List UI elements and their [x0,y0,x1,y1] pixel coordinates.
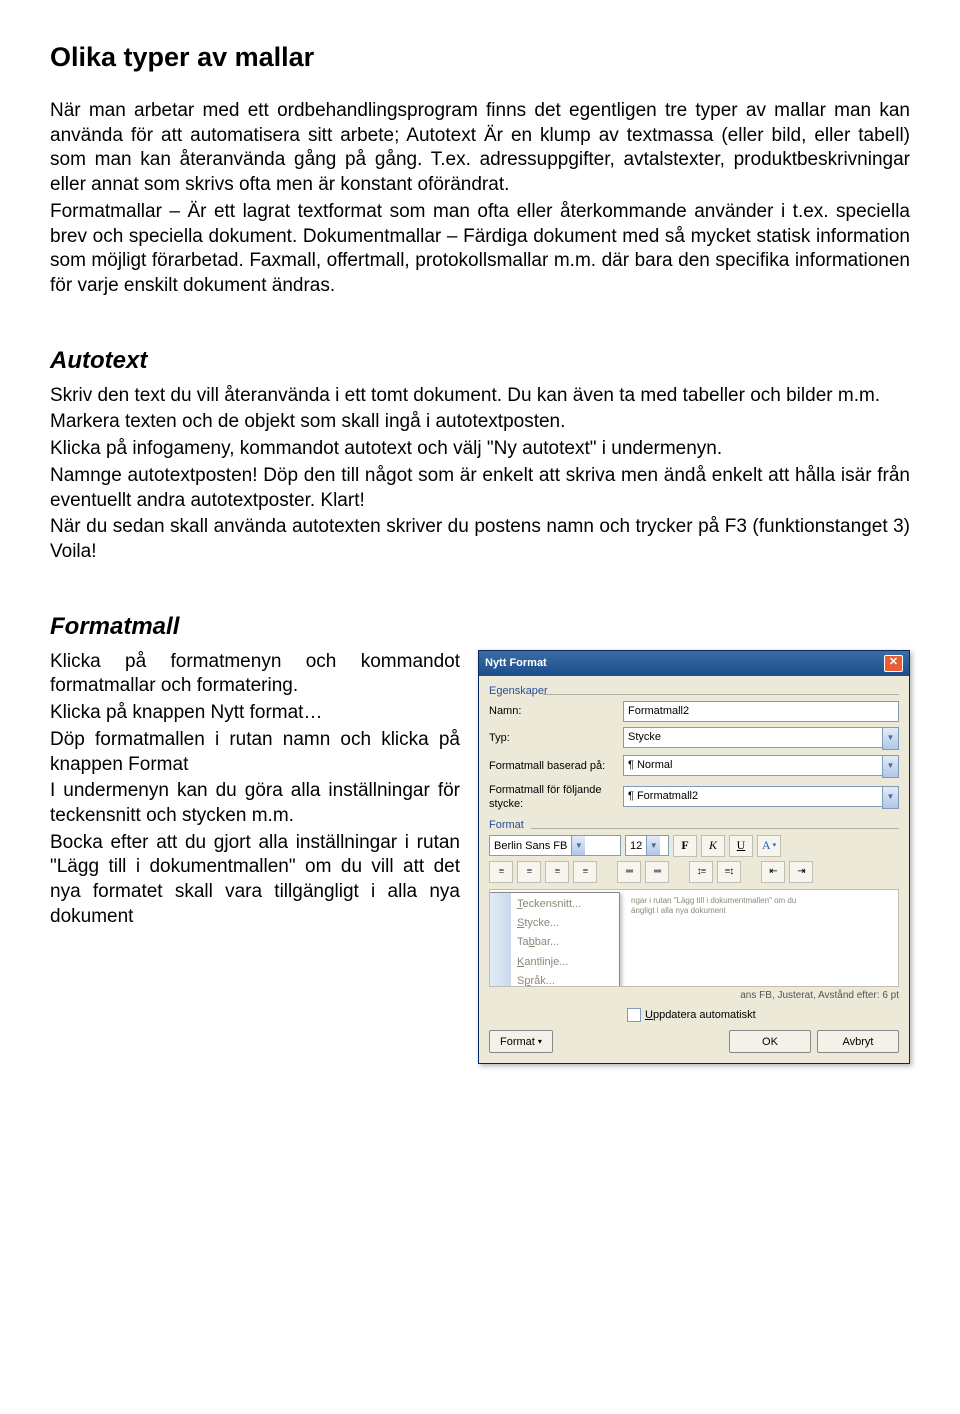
chevron-down-icon[interactable]: ▼ [882,755,899,778]
font-combobox[interactable]: Berlin Sans FB ▼ [489,835,621,856]
new-style-dialog: Nytt Format ✕ Egenskaper Namn: Formatmal… [478,650,910,1064]
preview-hint-1: ngar i rutan "Lägg till i dokumentmallen… [631,896,892,906]
size-value: 12 [626,839,646,853]
menu-font[interactable]: Teckensnitt... [489,895,619,914]
font-value: Berlin Sans FB [490,839,571,853]
type-value: Stycke [623,727,882,748]
section-formatmall-heading: Formatmall [50,611,910,642]
chevron-down-icon: ▾ [538,1037,542,1047]
style-description: ans FB, Justerat, Avstånd efter: 6 pt [489,989,899,1002]
label-next-style: Formatmall för följande stycke: [489,783,617,812]
align-center-button[interactable]: ≡ [517,861,541,883]
next-style-value: ¶ Formatmall2 [623,786,882,807]
group-format-label: Format [489,818,899,832]
formatmall-p2: Klicka på knappen Nytt format… [50,701,460,726]
font-color-a: A [762,838,771,854]
format-dropdown-button[interactable]: Format ▾ [489,1030,553,1053]
dialog-titlebar[interactable]: Nytt Format ✕ [479,651,909,676]
format-preview: ngar i rutan "Lägg till i dokumentmallen… [489,889,899,987]
group-properties-label: Egenskaper [489,684,899,698]
autotext-p2: Markera texten och de objekt som skall i… [50,410,910,435]
format-button-label: Format [500,1035,535,1049]
formatmall-p4: I undermenyn kan du göra alla inställnin… [50,779,460,828]
intro-paragraph-1: När man arbetar med ett ordbehandlingspr… [50,99,910,198]
formatmall-p3: Döp formatmallen i rutan namn och klicka… [50,728,460,777]
bold-button[interactable]: F [673,835,697,857]
underline-button[interactable]: U [729,835,753,857]
ok-button[interactable]: OK [729,1030,811,1053]
cancel-button[interactable]: Avbryt [817,1030,899,1053]
italic-button[interactable]: K [701,835,725,857]
menu-tabs[interactable]: Tabbar... [489,933,619,952]
align-right-button[interactable]: ≡ [545,861,569,883]
align-left-button[interactable]: ≡ [489,861,513,883]
next-style-combobox[interactable]: ¶ Formatmall2 ▼ [623,786,899,809]
menu-borders[interactable]: Kantlinje... [489,953,619,972]
label-name: Namn: [489,704,617,718]
label-type: Typ: [489,731,617,745]
based-on-combobox[interactable]: ¶ Normal ▼ [623,755,899,778]
size-combobox[interactable]: 12 ▼ [625,835,669,856]
chevron-down-icon[interactable]: ▼ [646,836,660,855]
autotext-p3: Klicka på infogameny, kommandot autotext… [50,437,910,462]
formatmall-p5: Bocka efter att du gjort alla inställnin… [50,831,460,930]
format-submenu: Teckensnitt... Stycke... Tabbar... Kantl… [489,892,620,987]
dialog-title-text: Nytt Format [485,656,547,670]
close-icon[interactable]: ✕ [884,655,903,672]
indent-increase-button[interactable]: ⇥ [789,861,813,883]
label-based-on: Formatmall baserad på: [489,759,617,773]
page-title: Olika typer av mallar [50,40,910,75]
auto-update-label: Uppdatera automatiskt [645,1008,756,1022]
name-input[interactable]: Formatmall2 [623,701,899,722]
indent-decrease-button[interactable]: ⇤ [761,861,785,883]
intro-paragraph-2: Formatmallar – Är ett lagrat textformat … [50,200,910,299]
section-autotext-heading: Autotext [50,345,910,376]
autotext-p5: När du sedan skall använda autotexten sk… [50,515,910,564]
line-spacing-2-button[interactable]: ═ [645,861,669,883]
chevron-down-icon[interactable]: ▼ [882,727,899,750]
formatmall-p1: Klicka på formatmenyn och kommandot form… [50,650,460,699]
font-color-button[interactable]: A ▾ [757,835,781,857]
chevron-down-icon[interactable]: ▼ [571,836,585,855]
autotext-p1: Skriv den text du vill återanvända i ett… [50,384,910,409]
based-on-value: ¶ Normal [623,755,882,776]
chevron-down-icon: ▾ [773,841,777,850]
type-combobox[interactable]: Stycke ▼ [623,727,899,750]
spacing-after-button[interactable]: ≡↕ [717,861,741,883]
menu-paragraph[interactable]: Stycke... [489,914,619,933]
menu-language[interactable]: Språk... [489,972,619,987]
spacing-before-button[interactable]: ↕≡ [689,861,713,883]
chevron-down-icon[interactable]: ▼ [882,786,899,809]
autotext-p4: Namnge autotextposten! Döp den till någo… [50,464,910,513]
preview-hint-2: ängligt i alla nya dokument [631,906,892,916]
align-justify-button[interactable]: ≡ [573,861,597,883]
auto-update-checkbox[interactable] [627,1008,641,1022]
line-spacing-1-button[interactable]: ═ [617,861,641,883]
